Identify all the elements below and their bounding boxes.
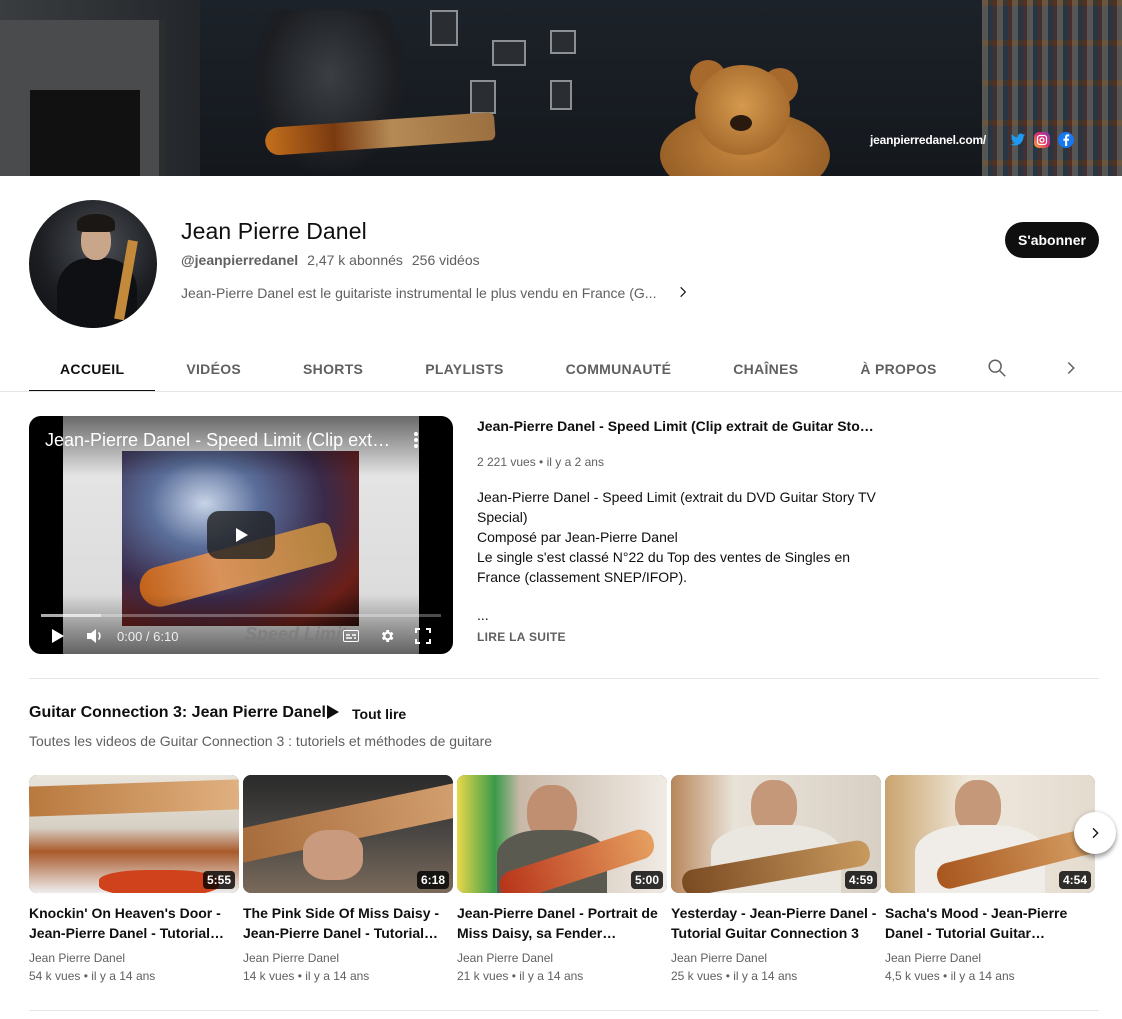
video-meta: 25 k vues • il y a 14 ans — [671, 969, 798, 983]
subtitles-icon[interactable] — [343, 627, 359, 645]
tab-videos[interactable]: VIDÉOS — [155, 346, 272, 392]
featured-age: il y a 2 ans — [546, 455, 604, 469]
section-divider — [29, 1010, 1099, 1011]
instagram-icon[interactable] — [1034, 132, 1051, 148]
video-title[interactable]: Knockin' On Heaven's Door - Jean-Pierre … — [29, 903, 239, 943]
tab-a-propos[interactable]: À PROPOS — [829, 346, 967, 392]
player-time: 0:00 / 6:10 — [117, 629, 179, 644]
video-watermark: Speed Limit — [245, 624, 348, 644]
fullscreen-icon[interactable] — [415, 627, 431, 645]
video-thumbnail[interactable]: 5:00 — [457, 775, 667, 893]
facebook-icon[interactable] — [1058, 132, 1075, 148]
tabs-next-icon[interactable] — [1060, 357, 1082, 379]
video-channel[interactable]: Jean Pierre Danel — [671, 951, 881, 965]
banner-fireplace — [0, 20, 165, 176]
progress-bar[interactable] — [41, 614, 441, 617]
video-thumbnail[interactable]: 4:54 — [885, 775, 1095, 893]
video-card[interactable]: 4:54 Sacha's Mood - Jean-Pierre Danel - … — [885, 775, 1095, 983]
video-channel[interactable]: Jean Pierre Danel — [885, 951, 1095, 965]
video-card[interactable]: 4:59 Yesterday - Jean-Pierre Danel - Tut… — [671, 775, 881, 983]
video-meta: 54 k vues • il y a 14 ans — [29, 969, 156, 983]
video-thumbnail[interactable]: 5:55 — [29, 775, 239, 893]
player-title[interactable]: Jean-Pierre Danel - Speed Limit (Clip ex… — [45, 430, 395, 451]
video-title[interactable]: Sacha's Mood - Jean-Pierre Danel - Tutor… — [885, 903, 1095, 943]
play-button[interactable] — [207, 511, 275, 559]
channel-description-text: Jean-Pierre Danel est le guitariste inst… — [181, 285, 657, 301]
tab-communaute[interactable]: COMMUNAUTÉ — [535, 346, 703, 392]
video-card[interactable]: 5:00 Jean-Pierre Danel - Portrait de Mis… — [457, 775, 667, 983]
video-card[interactable]: 6:18 The Pink Side Of Miss Daisy - Jean-… — [243, 775, 453, 983]
video-channel[interactable]: Jean Pierre Danel — [29, 951, 239, 965]
channel-avatar — [29, 200, 157, 328]
video-title[interactable]: The Pink Side Of Miss Daisy - Jean-Pierr… — [243, 903, 453, 943]
video-meta: 4,5 k vues • il y a 14 ans — [885, 969, 1015, 983]
featured-description: Jean-Pierre Danel - Speed Limit (extrait… — [477, 487, 877, 587]
tab-playlists[interactable]: PLAYLISTS — [394, 346, 534, 392]
tab-chaines[interactable]: CHAÎNES — [702, 346, 829, 392]
video-meta: 21 k vues • il y a 14 ans — [457, 969, 584, 983]
channel-banner: jeanpierredanel.com/ — [0, 0, 1122, 176]
shelf-title[interactable]: Guitar Connection 3: Jean Pierre Danel — [29, 704, 326, 722]
play-icon — [326, 704, 340, 723]
volume-icon[interactable] — [86, 627, 104, 645]
channel-description[interactable]: Jean-Pierre Danel est le guitariste inst… — [181, 284, 690, 302]
website-link[interactable]: jeanpierredanel.com/ — [870, 133, 986, 147]
tabs-divider — [0, 391, 1122, 392]
video-duration: 4:59 — [844, 871, 877, 889]
video-duration: 4:54 — [1058, 871, 1091, 889]
tab-shorts[interactable]: SHORTS — [272, 346, 394, 392]
video-channel[interactable]: Jean Pierre Danel — [243, 951, 453, 965]
video-meta: 14 k vues • il y a 14 ans — [243, 969, 370, 983]
play-all-label: Tout lire — [352, 705, 407, 722]
featured-views: 2 221 vues — [477, 455, 536, 469]
section-divider — [29, 678, 1099, 679]
video-duration: 6:18 — [416, 871, 449, 889]
featured-video-meta: 2 221 vues • il y a 2 ans — [477, 455, 604, 469]
video-thumbnail[interactable]: 4:59 — [671, 775, 881, 893]
more-vert-icon[interactable] — [412, 430, 420, 450]
channel-tabs: ACCUEIL VIDÉOS SHORTS PLAYLISTS COMMUNAU… — [29, 346, 968, 392]
video-duration: 5:00 — [630, 871, 663, 889]
video-duration: 5:55 — [202, 871, 235, 889]
twitter-icon[interactable] — [1010, 132, 1026, 148]
chevron-right-icon — [1092, 827, 1099, 839]
video-thumbnail[interactable]: 6:18 — [243, 775, 453, 893]
play-all-button[interactable]: Tout lire — [326, 704, 406, 723]
video-card[interactable]: 5:55 Knockin' On Heaven's Door - Jean-Pi… — [29, 775, 239, 983]
channel-handle: @jeanpierredanel — [181, 252, 299, 268]
featured-video-title[interactable]: Jean-Pierre Danel - Speed Limit (Clip ex… — [477, 418, 877, 434]
read-more-link[interactable]: LIRE LA SUITE — [477, 630, 566, 644]
featured-description-ellipsis: ... — [477, 607, 489, 623]
featured-description-line: Composé par Jean-Pierre Danel — [477, 529, 678, 545]
search-icon[interactable] — [986, 357, 1008, 379]
play-icon[interactable] — [51, 627, 65, 645]
banner-links: jeanpierredanel.com/ — [870, 132, 1075, 148]
channel-meta: @jeanpierredanel 2,47 k abonnés 256 vidé… — [181, 252, 480, 268]
subscriber-count: 2,47 k abonnés — [307, 252, 403, 268]
featured-description-line: Jean-Pierre Danel - Speed Limit (extrait… — [477, 489, 876, 525]
featured-description-line: Le single s'est classé N°22 du Top des v… — [477, 549, 851, 585]
featured-video-player[interactable]: Jean-Pierre Danel - Speed Limit (Clip ex… — [29, 416, 453, 654]
shelf-next-button[interactable] — [1074, 812, 1116, 854]
tab-accueil[interactable]: ACCUEIL — [29, 346, 156, 392]
banner-picture-frames — [430, 10, 590, 130]
video-count: 256 vidéos — [411, 252, 480, 268]
chevron-right-icon[interactable] — [676, 284, 690, 302]
banner-teddy-bear — [650, 60, 830, 176]
video-title[interactable]: Yesterday - Jean-Pierre Danel - Tutorial… — [671, 903, 881, 943]
settings-icon[interactable] — [379, 627, 395, 645]
video-title[interactable]: Jean-Pierre Danel - Portrait de Miss Dai… — [457, 903, 667, 943]
subscribe-button[interactable]: S'abonner — [1005, 222, 1099, 258]
channel-name: Jean Pierre Danel — [181, 218, 367, 244]
shelf-subtitle: Toutes les videos de Guitar Connection 3… — [29, 733, 493, 749]
video-channel[interactable]: Jean Pierre Danel — [457, 951, 667, 965]
